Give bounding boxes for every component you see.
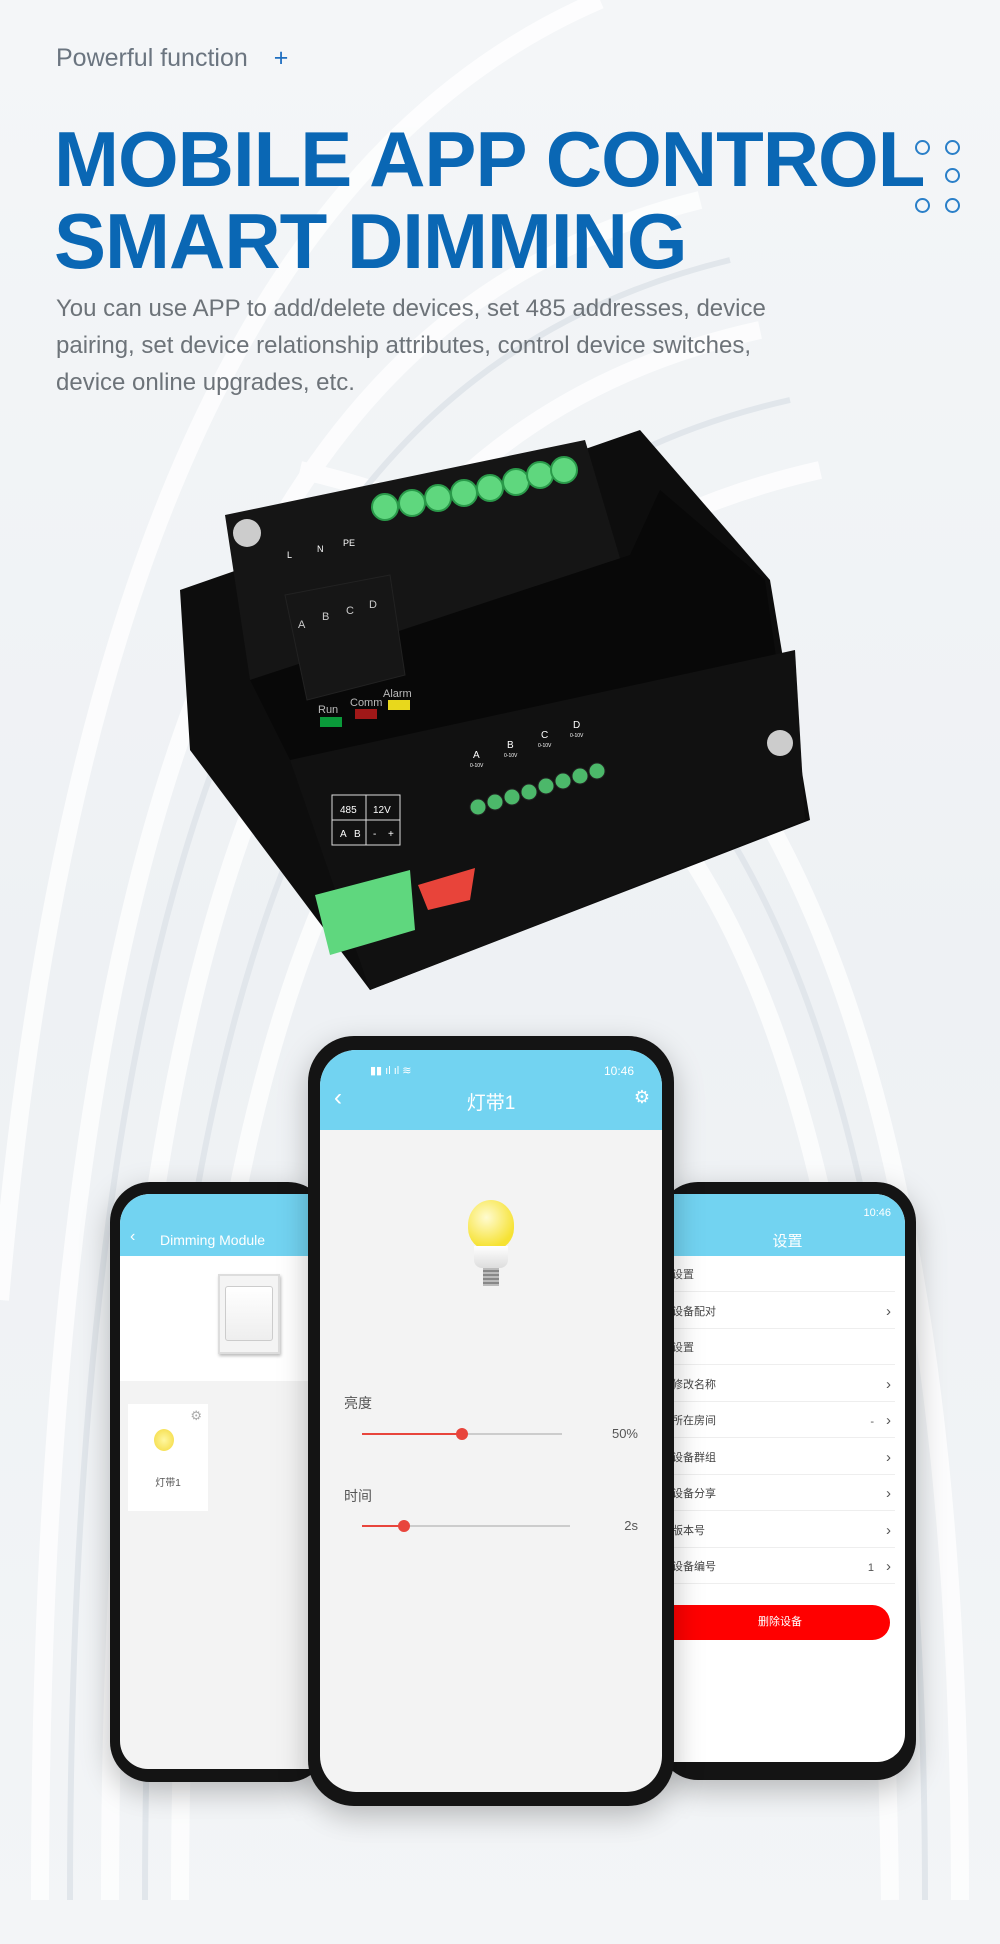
chevron-right-icon: › bbox=[886, 1521, 891, 1539]
row-label: 设置 bbox=[672, 1269, 694, 1281]
row-value-chevron: - › bbox=[870, 1412, 891, 1429]
decorative-circles bbox=[915, 140, 965, 220]
svg-text:12V: 12V bbox=[373, 805, 391, 816]
section-header: 设置 bbox=[670, 1331, 895, 1365]
row-label: 修改名称 bbox=[672, 1378, 716, 1391]
svg-text:0-10V: 0-10V bbox=[570, 733, 584, 739]
plus-icon: + bbox=[273, 44, 289, 72]
status-time: 10:46 bbox=[863, 1207, 891, 1219]
row-label: 设备编号 bbox=[672, 1561, 716, 1573]
svg-text:B: B bbox=[322, 611, 329, 623]
row-value-chevron: › bbox=[874, 1514, 891, 1549]
row-value-chevron: › bbox=[874, 1295, 891, 1330]
chevron-right-icon: › bbox=[886, 1375, 891, 1393]
row-value-chevron: › bbox=[874, 1477, 891, 1512]
center-app-title: 灯带1 bbox=[466, 1093, 516, 1114]
brightness-label: 亮度 bbox=[344, 1395, 372, 1411]
card-label: 灯带1 bbox=[155, 1478, 181, 1489]
center-phone: ▮▮ ıl ıl ≋ 10:46 灯带1 ‹ ⚙ 亮度 50% 时间 2s bbox=[308, 1036, 674, 1806]
time-value: 2s bbox=[624, 1518, 638, 1533]
settings-row[interactable]: 设备群组 › bbox=[670, 1440, 895, 1476]
left-app-title: Dimming Module bbox=[160, 1232, 266, 1248]
back-icon[interactable]: ‹ bbox=[334, 1084, 342, 1112]
gear-icon[interactable]: ⚙ bbox=[190, 1408, 202, 1424]
svg-text:C: C bbox=[346, 605, 354, 617]
signal-icons: ▮▮ ıl ıl ≋ bbox=[370, 1065, 412, 1077]
title-line-1: MOBILE APP CONTROL bbox=[54, 115, 925, 203]
back-icon[interactable]: ‹ bbox=[130, 1228, 135, 1246]
svg-text:Alarm: Alarm bbox=[383, 688, 412, 700]
description: You can use APP to add/delete devices, s… bbox=[56, 295, 766, 396]
chevron-right-icon: › bbox=[886, 1448, 891, 1466]
row-label: 设备群组 bbox=[672, 1451, 716, 1464]
title-line-2: SMART DIMMING bbox=[54, 197, 688, 285]
row-value-chevron: › bbox=[874, 1368, 891, 1403]
slider-thumb bbox=[456, 1428, 468, 1440]
svg-text:C: C bbox=[541, 730, 548, 741]
status-time: 10:46 bbox=[603, 1064, 634, 1078]
settings-row[interactable]: 设备编号 1 › bbox=[670, 1550, 895, 1584]
settings-row[interactable]: 版本号 › bbox=[670, 1513, 895, 1549]
settings-row[interactable]: 所在房间 - › bbox=[670, 1404, 895, 1438]
time-slider[interactable] bbox=[362, 1520, 570, 1532]
svg-text:0-10V: 0-10V bbox=[504, 753, 518, 759]
svg-text:0-10V: 0-10V bbox=[538, 743, 552, 749]
settings-row[interactable]: 设备配对 › bbox=[670, 1294, 895, 1330]
chevron-right-icon: › bbox=[886, 1302, 891, 1320]
row-label: 设置 bbox=[672, 1342, 694, 1354]
time-label: 时间 bbox=[344, 1488, 372, 1504]
settings-gear-icon[interactable]: ⚙ bbox=[634, 1087, 650, 1108]
kicker-text: Powerful function bbox=[56, 44, 248, 72]
svg-text:N: N bbox=[317, 544, 324, 554]
section-kicker: Powerful function + bbox=[56, 44, 288, 73]
brightness-slider[interactable] bbox=[362, 1428, 562, 1440]
delete-device-button[interactable]: 删除设备 bbox=[670, 1605, 890, 1640]
svg-text:0-10V: 0-10V bbox=[470, 763, 484, 769]
page-title: MOBILE APP CONTROL SMART DIMMING bbox=[54, 115, 925, 285]
chevron-right-icon: › bbox=[886, 1412, 891, 1429]
svg-text:A: A bbox=[298, 619, 306, 631]
chevron-right-icon: › bbox=[886, 1558, 891, 1575]
svg-text:D: D bbox=[369, 599, 377, 611]
svg-text:A: A bbox=[340, 829, 347, 840]
svg-text:Run: Run bbox=[318, 704, 338, 716]
device-card[interactable]: ⚙ 灯带1 bbox=[128, 1404, 208, 1511]
row-value-chevron: › bbox=[874, 1441, 891, 1476]
right-phone: 10:46 设置 设置 设备配对 › 设置 修改名称 › 所在房间 - › 设备群组 › 设备分享 › 版… bbox=[658, 1182, 916, 1780]
svg-text:+: + bbox=[388, 829, 394, 840]
bulb-icon bbox=[468, 1200, 514, 1250]
dimming-module-device: LNPE AB C D Run Comm Alarm 485 12VA B - + ABCD… bbox=[180, 430, 810, 990]
chevron-right-icon: › bbox=[886, 1485, 891, 1502]
section-header: 设置 bbox=[670, 1258, 895, 1292]
svg-text:-: - bbox=[373, 829, 376, 840]
row-label: 所在房间 bbox=[672, 1415, 716, 1427]
svg-text:D: D bbox=[573, 720, 580, 731]
brightness-value: 50% bbox=[611, 1426, 638, 1441]
svg-text:B: B bbox=[354, 829, 361, 840]
svg-text:B: B bbox=[507, 740, 514, 751]
left-phone: Dimming Module ‹ ⚙ 灯带1 bbox=[110, 1182, 330, 1782]
bulb-icon bbox=[154, 1429, 174, 1451]
svg-text:A: A bbox=[473, 750, 480, 761]
right-app-title: 设置 bbox=[772, 1233, 803, 1250]
svg-text:L: L bbox=[287, 550, 292, 560]
left-app-header: Dimming Module ‹ bbox=[120, 1194, 330, 1256]
settings-row[interactable]: 设备分享 › bbox=[670, 1477, 895, 1511]
svg-text:Comm: Comm bbox=[350, 697, 382, 709]
row-value-chevron: 1 › bbox=[867, 1558, 891, 1575]
row-label: 设备分享 bbox=[672, 1488, 716, 1500]
slider-thumb bbox=[397, 1520, 410, 1532]
svg-text:485: 485 bbox=[340, 805, 357, 816]
settings-row[interactable]: 修改名称 › bbox=[670, 1367, 895, 1403]
row-label: 版本号 bbox=[672, 1524, 705, 1537]
row-label: 设备配对 bbox=[672, 1305, 716, 1318]
switch-image bbox=[218, 1274, 280, 1354]
svg-text:PE: PE bbox=[343, 538, 355, 548]
